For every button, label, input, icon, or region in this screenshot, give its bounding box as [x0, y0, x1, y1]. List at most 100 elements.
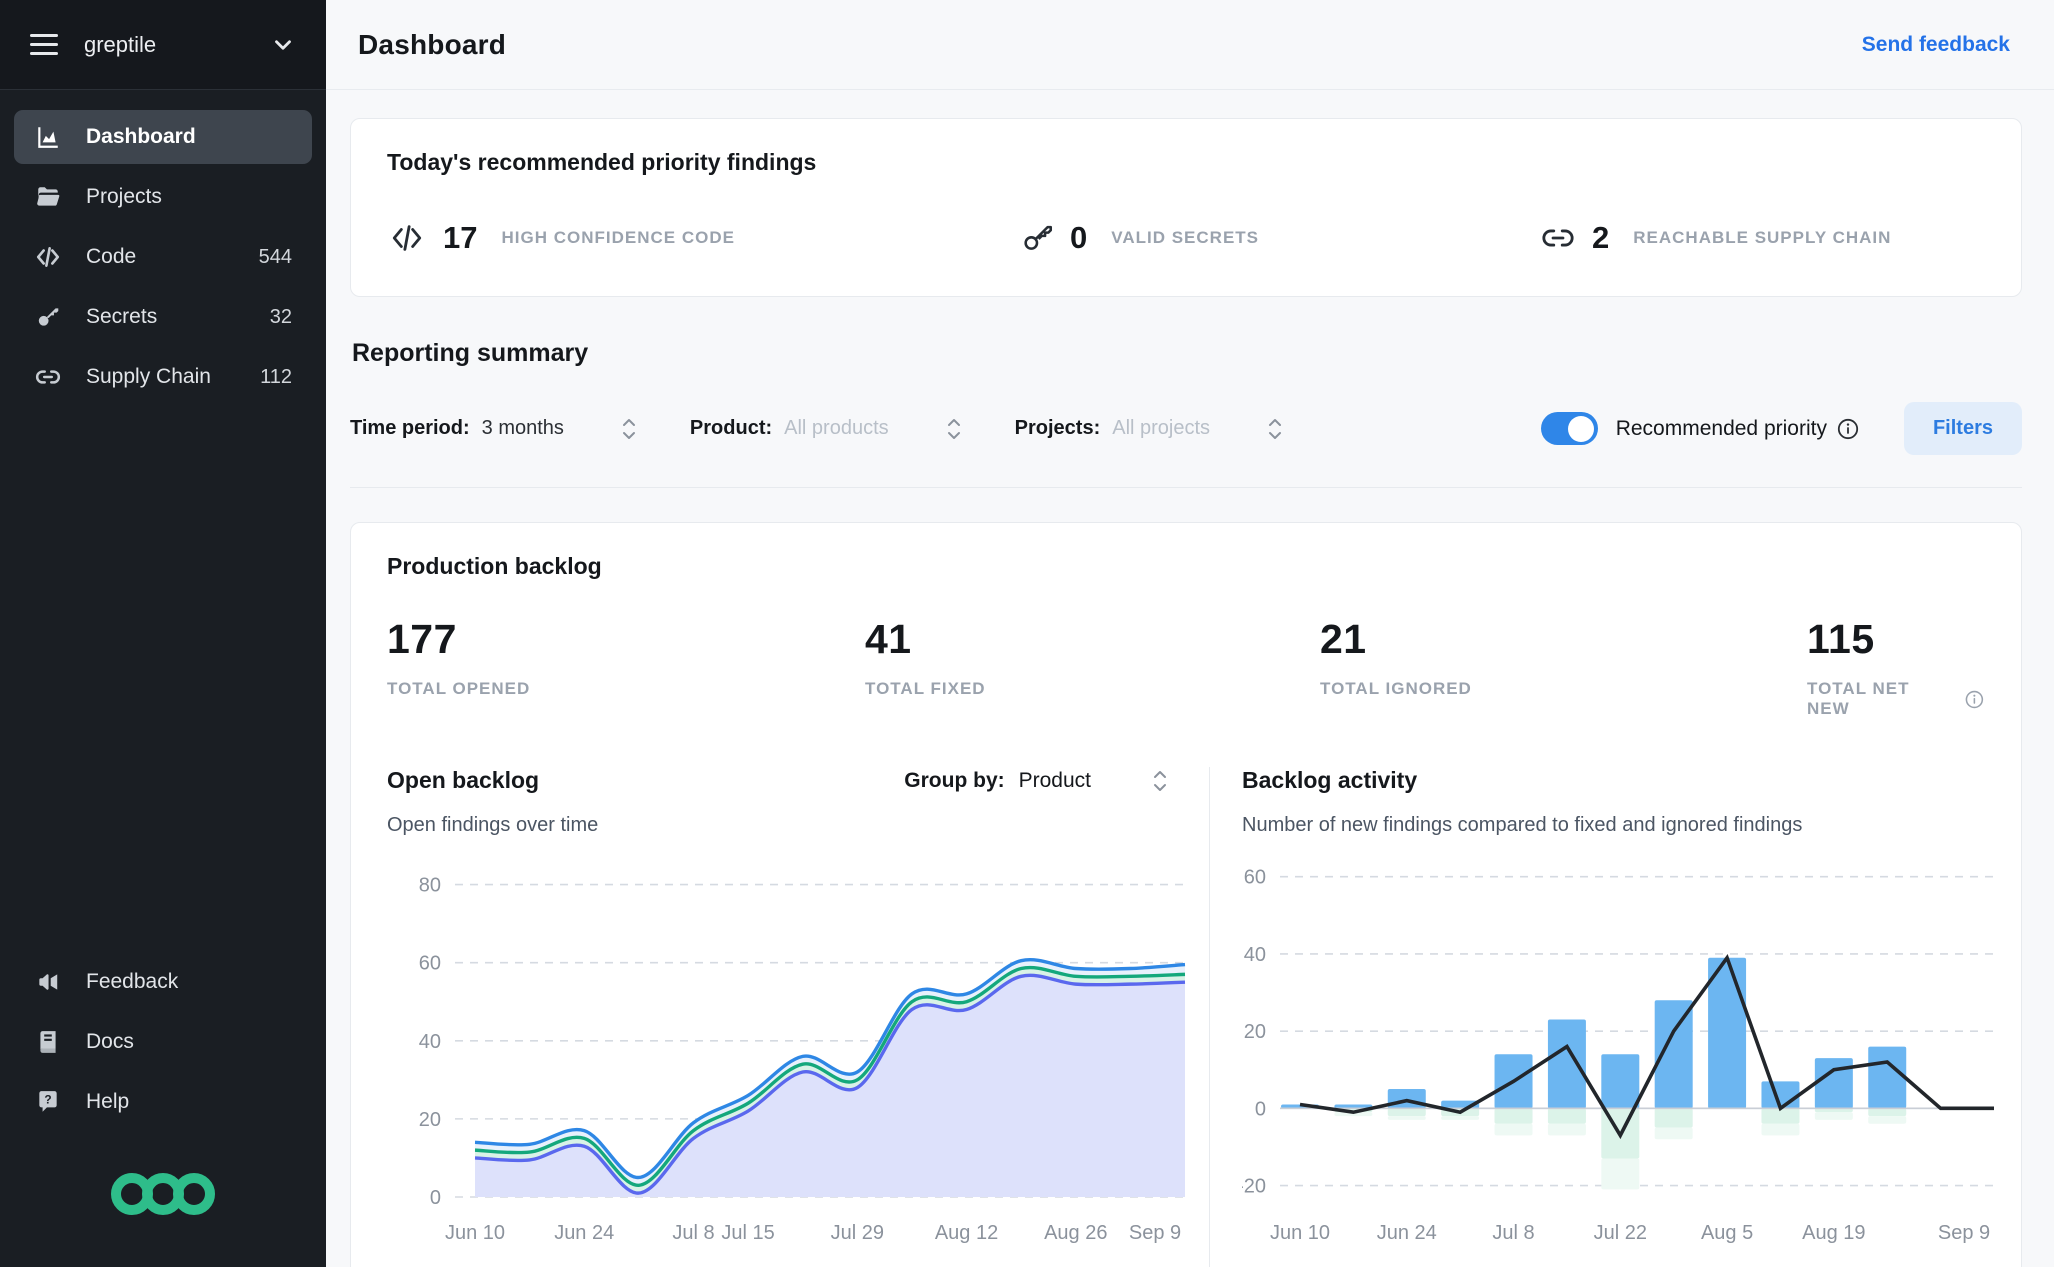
- svg-text:Aug 26: Aug 26: [1044, 1222, 1107, 1244]
- secrets-count-badge: 32: [269, 305, 292, 328]
- recommended-priority-label: Recommended priority: [1615, 416, 1827, 440]
- workspace-switcher[interactable]: greptile: [0, 0, 326, 90]
- open-backlog-chart: 0 20 40 60 80 Jun 10 Jun 24 Jul 8 Jul 15 Jul 29 Au…: [387, 849, 1187, 1254]
- sidebar-item-label: Projects: [86, 185, 162, 208]
- svg-text:40: 40: [419, 1031, 441, 1053]
- svg-text:80: 80: [419, 875, 441, 897]
- sidebar-nav: Dashboard Projects Code 544 Secrets 32 S…: [0, 90, 326, 410]
- filter-value: All products: [784, 417, 889, 439]
- stat-high-confidence-code: 17 HIGH CONFIDENCE CODE: [387, 220, 1020, 256]
- stat-label: REACHABLE SUPPLY CHAIN: [1633, 228, 1892, 247]
- megaphone-icon: [34, 969, 62, 995]
- dashboard-icon: [34, 124, 62, 150]
- group-by-label: Group by:: [904, 768, 1005, 792]
- sidebar-item-label: Code: [86, 245, 137, 268]
- folder-icon: [34, 184, 62, 210]
- sidebar-item-label: Feedback: [86, 970, 179, 993]
- sidebar-item-help[interactable]: ? Help: [14, 1075, 312, 1129]
- svg-text:Sep 9: Sep 9: [1938, 1222, 1990, 1244]
- sidebar: greptile Dashboard Projects Code 544 Sec…: [0, 0, 326, 1267]
- key-icon: [34, 304, 62, 330]
- stat-label: HIGH CONFIDENCE CODE: [501, 228, 735, 247]
- recommended-priority-toggle[interactable]: [1540, 412, 1598, 445]
- svg-text:Jun 10: Jun 10: [445, 1222, 505, 1244]
- filter-row: Time period: 3 months Product: All produ…: [350, 402, 2022, 488]
- workspace-name: greptile: [84, 31, 157, 57]
- backlog-activity-section: Backlog activity Number of new findings …: [1209, 767, 2002, 1267]
- group-by-select[interactable]: Group by: Product: [904, 768, 1187, 794]
- svg-text:-20: -20: [1242, 1176, 1266, 1198]
- svg-text:40: 40: [1244, 944, 1266, 966]
- sidebar-item-projects[interactable]: Projects: [14, 170, 312, 224]
- backlog-activity-chart: -20 0 20 40 60 Jun 10 Jun 24 Jul 8 Jul 22 Aug 5 Au…: [1237, 849, 2002, 1254]
- stat-value: 21: [1320, 616, 1367, 662]
- svg-text:Jul 22: Jul 22: [1594, 1222, 1647, 1244]
- stat-reachable-supply-chain: 2 REACHABLE SUPPLY CHAIN: [1540, 220, 1985, 256]
- stat-total-opened: 177 TOTAL OPENED: [387, 616, 865, 719]
- production-backlog-card: Production backlog 177 TOTAL OPENED 41 T…: [350, 522, 2022, 1267]
- svg-text:Jul 8: Jul 8: [1492, 1222, 1534, 1244]
- filter-value: All projects: [1112, 417, 1211, 439]
- product-select[interactable]: Product: All products: [690, 416, 963, 442]
- svg-text:Sep 9: Sep 9: [1129, 1222, 1181, 1244]
- charts-row: Open backlog Group by: Product Open find…: [387, 767, 1994, 1267]
- info-icon[interactable]: [1964, 689, 1985, 710]
- stat-label: TOTAL OPENED: [387, 679, 531, 698]
- sidebar-item-docs[interactable]: Docs: [14, 1015, 312, 1069]
- sidebar-item-label: Help: [86, 1090, 130, 1113]
- main-area: Dashboard Send feedback Today's recommen…: [326, 0, 2054, 1267]
- filters-button[interactable]: Filters: [1903, 402, 2022, 455]
- projects-select[interactable]: Projects: All projects: [1015, 416, 1284, 442]
- code-icon: [387, 221, 427, 255]
- book-icon: [34, 1029, 62, 1055]
- chevron-up-down-icon: [1154, 770, 1166, 791]
- svg-text:Aug 5: Aug 5: [1701, 1222, 1753, 1244]
- page-title: Dashboard: [358, 28, 507, 60]
- send-feedback-link[interactable]: Send feedback: [1862, 33, 2010, 57]
- svg-text:60: 60: [419, 953, 441, 975]
- svg-text:20: 20: [419, 1109, 441, 1131]
- svg-text:Jun 24: Jun 24: [554, 1222, 614, 1244]
- stat-valid-secrets: 0 VALID SECRETS: [1020, 220, 1540, 256]
- svg-text:Aug 19: Aug 19: [1802, 1222, 1865, 1244]
- sidebar-item-supply-chain[interactable]: Supply Chain 112: [14, 350, 312, 404]
- svg-text:20: 20: [1244, 1021, 1266, 1043]
- chevron-down-icon[interactable]: [270, 32, 296, 58]
- code-count-badge: 544: [258, 245, 292, 268]
- sidebar-item-feedback[interactable]: Feedback: [14, 955, 312, 1009]
- priority-card-title: Today's recommended priority findings: [387, 149, 817, 175]
- svg-text:0: 0: [1255, 1098, 1266, 1120]
- priority-findings-card: Today's recommended priority findings 17…: [350, 118, 2022, 297]
- sidebar-item-secrets[interactable]: Secrets 32: [14, 290, 312, 344]
- sidebar-item-dashboard[interactable]: Dashboard: [14, 110, 312, 164]
- open-backlog-section: Open backlog Group by: Product Open find…: [387, 767, 1209, 1267]
- svg-text:Aug 12: Aug 12: [935, 1222, 998, 1244]
- chain-link-icon: [34, 364, 62, 390]
- filter-label: Product:: [689, 417, 773, 439]
- info-icon[interactable]: [1836, 417, 1860, 441]
- sidebar-item-code[interactable]: Code 544: [14, 230, 312, 284]
- sidebar-item-label: Supply Chain: [86, 365, 211, 388]
- greptile-logo: [14, 1135, 312, 1267]
- backlog-card-title: Production backlog: [387, 553, 602, 579]
- open-backlog-subtitle: Open findings over time: [387, 814, 599, 836]
- stat-value: 2: [1592, 220, 1610, 255]
- backlog-activity-title: Backlog activity: [1242, 767, 1418, 793]
- stat-value: 0: [1070, 220, 1088, 255]
- stat-label: TOTAL NET NEW: [1807, 679, 1985, 719]
- backlog-activity-subtitle: Number of new findings compared to fixed…: [1242, 814, 1803, 836]
- time-period-select[interactable]: Time period: 3 months: [350, 416, 638, 442]
- chevron-up-down-icon: [1269, 418, 1282, 439]
- stat-total-net-new: 115 TOTAL NET NEW: [1807, 616, 1985, 719]
- svg-text:0: 0: [430, 1187, 441, 1209]
- sidebar-item-label: Secrets: [86, 305, 158, 328]
- chevron-up-down-icon: [947, 418, 960, 439]
- filter-label: Time period:: [350, 417, 470, 439]
- stat-label: VALID SECRETS: [1111, 228, 1260, 247]
- menu-icon[interactable]: [30, 34, 58, 55]
- sidebar-item-label: Docs: [86, 1030, 134, 1053]
- svg-text:Jun 24: Jun 24: [1377, 1222, 1437, 1244]
- priority-stats-row: 17 HIGH CONFIDENCE CODE 0 VALID SECRETS …: [387, 220, 1985, 256]
- key-icon: [1020, 221, 1054, 255]
- svg-text:Jul 15: Jul 15: [721, 1222, 774, 1244]
